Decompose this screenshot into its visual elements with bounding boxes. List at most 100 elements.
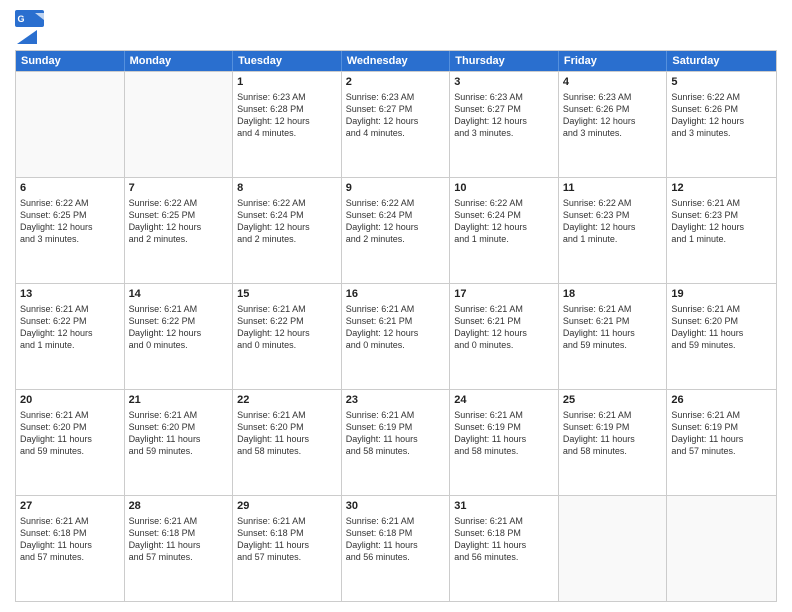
page: G SundayMondayTuesdayWednesdayThursdayFr… xyxy=(0,0,792,612)
day-info-line: Sunset: 6:22 PM xyxy=(237,315,337,327)
day-info-line: Daylight: 11 hours xyxy=(129,539,229,551)
day-number: 30 xyxy=(346,499,446,514)
day-info-line: and 59 minutes. xyxy=(20,445,120,457)
weekday-header-wednesday: Wednesday xyxy=(342,51,451,71)
calendar-cell-day-23: 23Sunrise: 6:21 AMSunset: 6:19 PMDayligh… xyxy=(342,390,451,495)
calendar-cell-day-14: 14Sunrise: 6:21 AMSunset: 6:22 PMDayligh… xyxy=(125,284,234,389)
day-info-line: Sunrise: 6:22 AM xyxy=(237,197,337,209)
day-info-line: Daylight: 11 hours xyxy=(346,433,446,445)
calendar-cell-day-22: 22Sunrise: 6:21 AMSunset: 6:20 PMDayligh… xyxy=(233,390,342,495)
day-info-line: Daylight: 11 hours xyxy=(454,539,554,551)
day-info-line: Daylight: 12 hours xyxy=(454,221,554,233)
day-number: 23 xyxy=(346,393,446,408)
calendar-cell-day-11: 11Sunrise: 6:22 AMSunset: 6:23 PMDayligh… xyxy=(559,178,668,283)
day-info-line: Sunrise: 6:21 AM xyxy=(563,303,663,315)
calendar-cell-day-9: 9Sunrise: 6:22 AMSunset: 6:24 PMDaylight… xyxy=(342,178,451,283)
day-info-line: Sunrise: 6:21 AM xyxy=(20,515,120,527)
day-info-line: Sunrise: 6:21 AM xyxy=(346,515,446,527)
calendar-row-3: 13Sunrise: 6:21 AMSunset: 6:22 PMDayligh… xyxy=(16,283,776,389)
day-info-line: and 58 minutes. xyxy=(346,445,446,457)
calendar-cell-day-13: 13Sunrise: 6:21 AMSunset: 6:22 PMDayligh… xyxy=(16,284,125,389)
day-info-line: Sunset: 6:21 PM xyxy=(346,315,446,327)
calendar-cell-day-19: 19Sunrise: 6:21 AMSunset: 6:20 PMDayligh… xyxy=(667,284,776,389)
day-info-line: Sunrise: 6:21 AM xyxy=(454,409,554,421)
day-number: 3 xyxy=(454,75,554,90)
day-info-line: Sunset: 6:28 PM xyxy=(237,103,337,115)
day-info-line: Sunrise: 6:22 AM xyxy=(563,197,663,209)
day-info-line: Daylight: 11 hours xyxy=(237,433,337,445)
day-number: 27 xyxy=(20,499,120,514)
day-info-line: Sunrise: 6:21 AM xyxy=(129,515,229,527)
calendar-cell-day-12: 12Sunrise: 6:21 AMSunset: 6:23 PMDayligh… xyxy=(667,178,776,283)
day-info-line: Sunrise: 6:22 AM xyxy=(129,197,229,209)
day-info-line: Sunrise: 6:23 AM xyxy=(237,91,337,103)
calendar-cell-day-30: 30Sunrise: 6:21 AMSunset: 6:18 PMDayligh… xyxy=(342,496,451,601)
calendar-cell-day-15: 15Sunrise: 6:21 AMSunset: 6:22 PMDayligh… xyxy=(233,284,342,389)
day-info-line: and 2 minutes. xyxy=(237,233,337,245)
weekday-header-sunday: Sunday xyxy=(16,51,125,71)
day-info-line: Sunset: 6:18 PM xyxy=(20,527,120,539)
day-info-line: and 56 minutes. xyxy=(346,551,446,563)
day-info-line: Daylight: 12 hours xyxy=(346,221,446,233)
day-info-line: and 2 minutes. xyxy=(129,233,229,245)
weekday-header-saturday: Saturday xyxy=(667,51,776,71)
calendar-cell-day-2: 2Sunrise: 6:23 AMSunset: 6:27 PMDaylight… xyxy=(342,72,451,177)
day-info-line: Sunrise: 6:21 AM xyxy=(671,303,772,315)
day-info-line: Sunrise: 6:22 AM xyxy=(346,197,446,209)
day-info-line: Sunrise: 6:21 AM xyxy=(129,409,229,421)
calendar-row-2: 6Sunrise: 6:22 AMSunset: 6:25 PMDaylight… xyxy=(16,177,776,283)
day-info-line: and 57 minutes. xyxy=(671,445,772,457)
day-info-line: Daylight: 12 hours xyxy=(454,327,554,339)
day-info-line: Daylight: 12 hours xyxy=(237,115,337,127)
day-number: 16 xyxy=(346,287,446,302)
calendar-header: SundayMondayTuesdayWednesdayThursdayFrid… xyxy=(16,51,776,71)
day-info-line: Sunset: 6:18 PM xyxy=(454,527,554,539)
day-info-line: Sunrise: 6:21 AM xyxy=(237,409,337,421)
calendar-cell-day-10: 10Sunrise: 6:22 AMSunset: 6:24 PMDayligh… xyxy=(450,178,559,283)
logo-icon: G xyxy=(15,10,45,28)
day-info-line: Sunset: 6:21 PM xyxy=(454,315,554,327)
day-info-line: and 0 minutes. xyxy=(454,339,554,351)
day-info-line: and 59 minutes. xyxy=(129,445,229,457)
day-number: 29 xyxy=(237,499,337,514)
day-info-line: and 4 minutes. xyxy=(346,127,446,139)
day-info-line: Daylight: 11 hours xyxy=(129,433,229,445)
day-number: 14 xyxy=(129,287,229,302)
day-number: 2 xyxy=(346,75,446,90)
day-number: 8 xyxy=(237,181,337,196)
day-info-line: Sunrise: 6:23 AM xyxy=(454,91,554,103)
calendar-cell-day-31: 31Sunrise: 6:21 AMSunset: 6:18 PMDayligh… xyxy=(450,496,559,601)
day-info-line: Daylight: 12 hours xyxy=(20,221,120,233)
day-info-line: Daylight: 12 hours xyxy=(563,221,663,233)
day-info-line: Daylight: 12 hours xyxy=(237,327,337,339)
day-info-line: Sunset: 6:19 PM xyxy=(563,421,663,433)
day-info-line: and 0 minutes. xyxy=(237,339,337,351)
calendar-cell-day-17: 17Sunrise: 6:21 AMSunset: 6:21 PMDayligh… xyxy=(450,284,559,389)
logo-triangle-icon xyxy=(17,30,37,46)
day-info-line: Sunset: 6:19 PM xyxy=(346,421,446,433)
day-info-line: Sunrise: 6:23 AM xyxy=(563,91,663,103)
day-info-line: Sunset: 6:25 PM xyxy=(20,209,120,221)
day-info-line: and 57 minutes. xyxy=(237,551,337,563)
day-number: 17 xyxy=(454,287,554,302)
day-info-line: Sunset: 6:24 PM xyxy=(346,209,446,221)
day-info-line: Sunset: 6:26 PM xyxy=(671,103,772,115)
day-number: 25 xyxy=(563,393,663,408)
day-number: 24 xyxy=(454,393,554,408)
day-info-line: and 59 minutes. xyxy=(671,339,772,351)
day-info-line: and 4 minutes. xyxy=(237,127,337,139)
day-info-line: Sunset: 6:23 PM xyxy=(563,209,663,221)
day-info-line: Sunset: 6:27 PM xyxy=(454,103,554,115)
day-info-line: Daylight: 11 hours xyxy=(454,433,554,445)
day-info-line: Sunset: 6:18 PM xyxy=(346,527,446,539)
day-info-line: and 1 minute. xyxy=(20,339,120,351)
day-info-line: Sunrise: 6:21 AM xyxy=(454,515,554,527)
day-info-line: Sunrise: 6:22 AM xyxy=(20,197,120,209)
day-info-line: Sunset: 6:22 PM xyxy=(129,315,229,327)
calendar-cell-empty xyxy=(559,496,668,601)
day-info-line: and 3 minutes. xyxy=(563,127,663,139)
day-info-line: Daylight: 12 hours xyxy=(671,221,772,233)
day-info-line: Daylight: 12 hours xyxy=(129,221,229,233)
day-number: 12 xyxy=(671,181,772,196)
day-info-line: Daylight: 12 hours xyxy=(237,221,337,233)
